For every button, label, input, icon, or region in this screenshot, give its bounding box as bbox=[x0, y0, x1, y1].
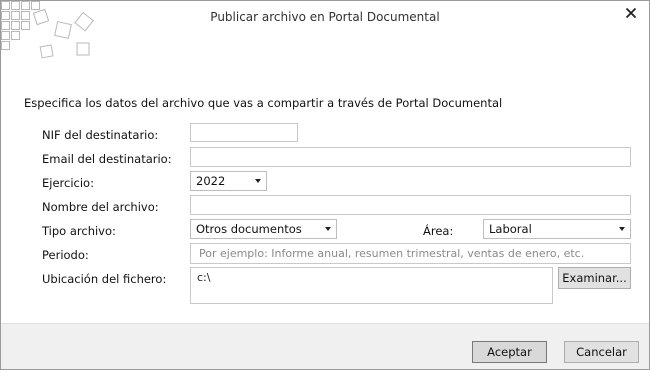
dialog-footer bbox=[1, 323, 649, 369]
nombre-label: Nombre del archivo: bbox=[42, 200, 159, 214]
accept-button[interactable]: Aceptar bbox=[472, 341, 547, 363]
nombre-input[interactable] bbox=[190, 195, 631, 215]
tipo-label: Tipo archivo: bbox=[42, 224, 116, 238]
email-label: Email del destinatario: bbox=[42, 152, 172, 166]
periodo-input[interactable]: Por ejemplo: Informe anual, resumen trim… bbox=[190, 243, 631, 264]
ubicacion-input[interactable]: c:\ bbox=[190, 267, 553, 304]
examinar-button[interactable]: Examinar... bbox=[558, 267, 631, 289]
cancel-button[interactable]: Cancelar bbox=[564, 341, 639, 363]
nif-input[interactable] bbox=[190, 123, 298, 142]
publish-dialog: Publicar archivo en Portal Documental Es… bbox=[0, 0, 650, 370]
periodo-label: Periodo: bbox=[42, 248, 89, 262]
chevron-down-icon bbox=[325, 227, 331, 231]
tipo-select[interactable]: Otros documentos bbox=[190, 219, 337, 239]
area-select[interactable]: Laboral bbox=[483, 219, 631, 239]
ejercicio-value: 2022 bbox=[196, 174, 226, 188]
dialog-title: Publicar archivo en Portal Documental bbox=[210, 10, 440, 24]
email-input[interactable] bbox=[190, 147, 631, 167]
nif-label: NIF del destinatario: bbox=[42, 128, 159, 142]
ejercicio-select[interactable]: 2022 bbox=[190, 171, 267, 191]
area-value: Laboral bbox=[489, 222, 532, 236]
close-icon[interactable] bbox=[623, 5, 639, 21]
chevron-down-icon bbox=[619, 227, 625, 231]
tipo-value: Otros documentos bbox=[196, 222, 302, 236]
chevron-down-icon bbox=[255, 179, 261, 183]
intro-text: Especifica los datos del archivo que vas… bbox=[24, 96, 503, 110]
ubicacion-label: Ubicación del fichero: bbox=[42, 272, 167, 286]
ejercicio-label: Ejercicio: bbox=[42, 176, 94, 190]
area-label: Área: bbox=[423, 224, 454, 238]
